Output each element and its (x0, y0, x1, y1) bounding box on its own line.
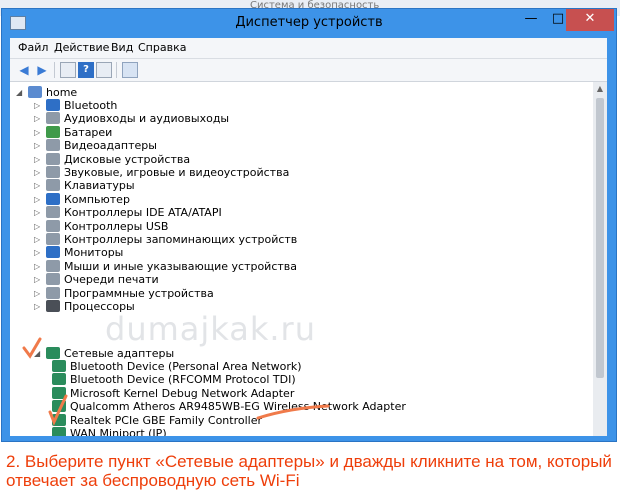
vertical-scrollbar[interactable]: ▲ (593, 82, 607, 436)
properties-icon[interactable] (60, 62, 76, 78)
close-button[interactable]: ✕ (566, 9, 614, 31)
menu-bar: Файл Действие Вид Справка (10, 38, 607, 59)
scroll-up-icon[interactable]: ▲ (593, 82, 607, 96)
underline-annotation (256, 404, 330, 420)
minimize-button[interactable]: — (518, 9, 544, 31)
device-info-icon[interactable] (96, 62, 112, 78)
annotation-layer (22, 337, 330, 426)
menu-view[interactable]: Вид (111, 41, 133, 54)
checkmark-annotation (48, 394, 68, 426)
toolbar-separator (116, 62, 117, 78)
toolbar-separator (54, 62, 55, 78)
menu-action[interactable]: Действие (54, 41, 109, 54)
menu-file[interactable]: Файл (18, 41, 48, 54)
instruction-caption: 2. Выберите пункт «Сетевые адаптеры» и д… (6, 452, 612, 490)
help-icon[interactable]: ? (78, 62, 94, 78)
scan-hardware-icon[interactable] (122, 62, 138, 78)
forward-icon[interactable]: ▶ (34, 62, 50, 78)
device-tree: ◢ home ▷ Bluetooth ▷ Аудиовходы и аудиовыхо… (10, 82, 593, 436)
device-manager-window: Диспетчер устройств — □ ✕ Файл Действие … (1, 8, 617, 442)
toolbar: ◀ ▶ ? (10, 59, 607, 82)
window-client-area: Файл Действие Вид Справка ◀ ▶ ? ◢ home ▷… (10, 38, 607, 436)
back-icon[interactable]: ◀ (16, 62, 32, 78)
menu-help[interactable]: Справка (138, 41, 186, 54)
title-bar[interactable]: Диспетчер устройств — □ ✕ (2, 9, 616, 37)
checkmark-annotation (22, 337, 42, 359)
scroll-thumb[interactable] (596, 98, 604, 378)
